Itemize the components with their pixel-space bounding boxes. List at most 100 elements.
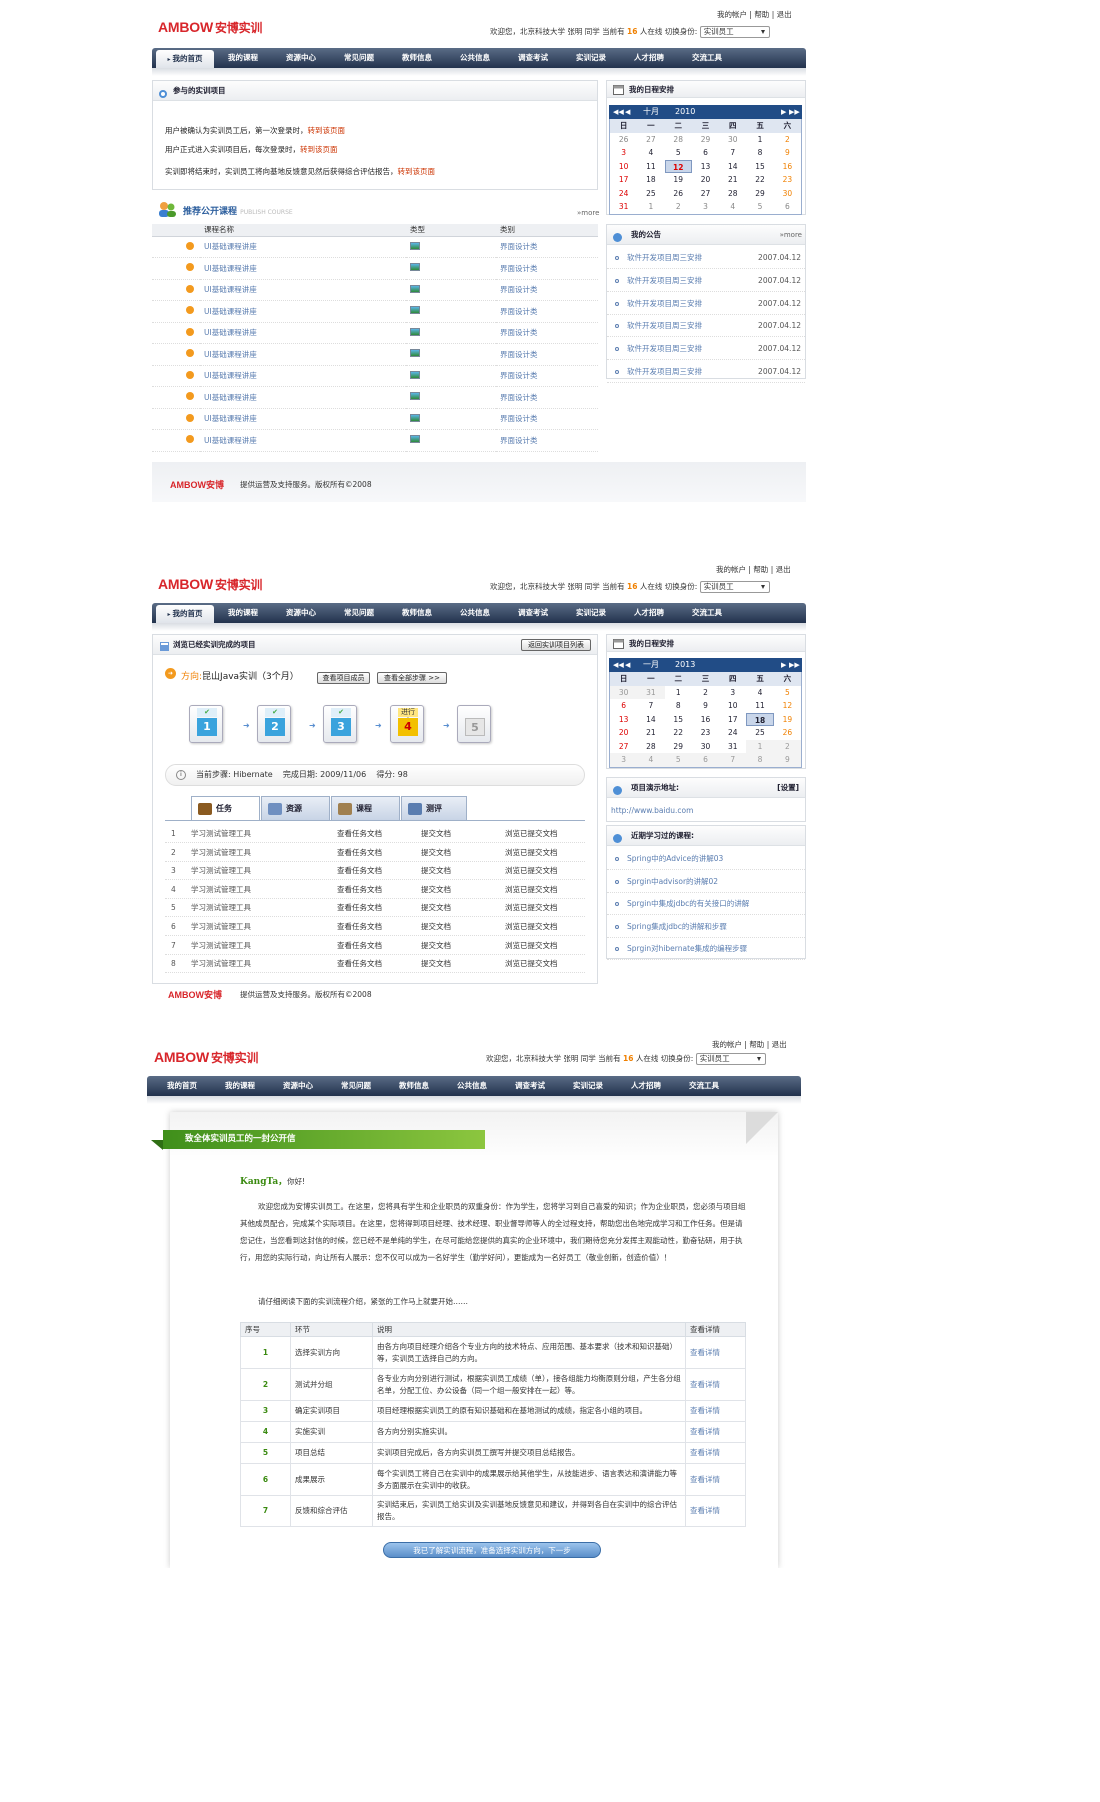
recent-course-item[interactable]: Sprgin中集成jdbc的有关接口的讲解: [607, 893, 805, 915]
demo-url-settings-link[interactable]: [设置]: [777, 778, 799, 798]
goto-link-3[interactable]: 转到该页面: [398, 167, 436, 176]
view-details-link[interactable]: 查看详情: [685, 1442, 746, 1464]
nav-courses[interactable]: 我的课程: [214, 48, 272, 68]
calendar-day[interactable]: 5: [774, 686, 801, 700]
calendar-day[interactable]: 4: [637, 146, 664, 160]
calendar-day[interactable]: 14: [637, 713, 664, 727]
calendar-day[interactable]: 27: [692, 187, 719, 201]
course-name[interactable]: UI基础课程讲座: [200, 386, 406, 409]
calendar-day[interactable]: 13: [692, 160, 719, 174]
calendar-day[interactable]: 1: [746, 739, 774, 753]
tab-evaluation[interactable]: 测评: [401, 796, 467, 820]
calendar-day[interactable]: 30: [610, 685, 638, 699]
notice-item[interactable]: 软件开发项目周三安排 2007.04.12: [607, 315, 805, 338]
nav-faq[interactable]: 常见问题: [330, 48, 388, 68]
course-name[interactable]: UI基础课程讲座: [200, 343, 406, 366]
browse-submitted-link[interactable]: 浏览已提交文档: [505, 844, 558, 862]
calendar-day[interactable]: 4: [637, 753, 665, 767]
calendar-day[interactable]: 22: [665, 726, 692, 740]
view-details-link[interactable]: 查看详情: [685, 1400, 746, 1422]
calendar-day[interactable]: 7: [719, 146, 746, 160]
course-name[interactable]: UI基础课程讲座: [200, 429, 406, 452]
submit-doc-link[interactable]: 提交文档: [421, 955, 451, 973]
view-details-link[interactable]: 查看详情: [685, 1495, 746, 1527]
nav-survey[interactable]: 调查考试: [501, 1076, 559, 1096]
submit-doc-link[interactable]: 提交文档: [421, 937, 451, 955]
course-row[interactable]: UI基础课程讲座 界面设计类: [152, 365, 598, 387]
course-row[interactable]: UI基础课程讲座 界面设计类: [152, 300, 598, 323]
calendar-day[interactable]: 29: [746, 187, 773, 201]
notice-item[interactable]: 软件开发项目周三安排 2007.04.12: [607, 247, 805, 269]
view-task-doc-link[interactable]: 查看任务文档: [337, 881, 382, 899]
calendar-day[interactable]: 11: [637, 160, 664, 174]
calendar-day[interactable]: 18: [746, 712, 774, 726]
logout-link[interactable]: 退出: [776, 565, 791, 574]
nav-home[interactable]: 我的首页: [153, 1076, 211, 1096]
course-row[interactable]: UI基础课程讲座 界面设计类: [152, 386, 598, 409]
calendar-day[interactable]: 4: [746, 686, 773, 700]
calendar-day[interactable]: 30: [692, 740, 719, 754]
calendar-day[interactable]: 6: [774, 200, 801, 214]
next-year-icon[interactable]: ▶▶: [789, 105, 800, 119]
calendar-day[interactable]: 23: [774, 173, 801, 187]
prev-month-icon[interactable]: ◀: [625, 105, 630, 119]
nav-public-info[interactable]: 公共信息: [446, 48, 504, 68]
submit-doc-link[interactable]: 提交文档: [421, 862, 451, 880]
calendar-day[interactable]: 17: [719, 713, 746, 727]
my-account-link[interactable]: 我的帐户: [712, 1040, 742, 1049]
calendar-day[interactable]: 11: [746, 699, 773, 713]
notice-item[interactable]: 软件开发项目周三安排 2007.04.12: [607, 293, 805, 315]
calendar-day[interactable]: 27: [610, 740, 637, 754]
view-task-doc-link[interactable]: 查看任务文档: [337, 899, 382, 917]
calendar-day[interactable]: 7: [719, 753, 747, 767]
my-account-link[interactable]: 我的帐户: [717, 10, 747, 19]
notice-item[interactable]: 软件开发项目周三安排 2007.04.12: [607, 338, 805, 361]
tab-resources[interactable]: 资源: [261, 796, 330, 820]
tab-courses[interactable]: 课程: [331, 796, 400, 820]
nav-public-info[interactable]: 公共信息: [446, 603, 504, 623]
submit-doc-link[interactable]: 提交文档: [421, 881, 451, 899]
course-more-link[interactable]: »more: [577, 209, 599, 217]
calendar-day[interactable]: 29: [692, 133, 719, 147]
calendar-day[interactable]: 25: [637, 187, 664, 201]
view-details-link[interactable]: 查看详情: [685, 1368, 746, 1401]
calendar-day[interactable]: 28: [665, 133, 692, 147]
prev-year-icon[interactable]: ◀◀: [613, 105, 624, 119]
calendar-day[interactable]: 2: [665, 200, 692, 214]
step-5[interactable]: 5: [457, 705, 491, 743]
browse-submitted-link[interactable]: 浏览已提交文档: [505, 825, 558, 843]
calendar-day[interactable]: 26: [665, 187, 692, 201]
nav-jobs[interactable]: 人才招聘: [620, 603, 678, 623]
notice-item[interactable]: 软件开发项目周三安排 2007.04.12: [607, 361, 805, 383]
nav-home[interactable]: 我的首页: [156, 50, 214, 68]
calendar-day[interactable]: 20: [610, 726, 637, 740]
submit-doc-link[interactable]: 提交文档: [421, 825, 451, 843]
view-members-button[interactable]: 查看项目成员: [317, 672, 370, 684]
nav-resources[interactable]: 资源中心: [272, 603, 330, 623]
calendar-day[interactable]: 1: [665, 686, 692, 700]
goto-link-2[interactable]: 转到该页面: [300, 145, 338, 154]
demo-url-link[interactable]: http://www.baidu.com: [611, 806, 693, 815]
prev-year-icon[interactable]: ◀◀: [613, 658, 624, 672]
calendar-day[interactable]: 16: [692, 713, 719, 727]
nav-courses[interactable]: 我的课程: [214, 603, 272, 623]
tab-tasks[interactable]: 任务: [191, 796, 260, 820]
calendar-day[interactable]: 9: [773, 753, 801, 767]
view-task-doc-link[interactable]: 查看任务文档: [337, 844, 382, 862]
ambow-logo[interactable]: AMBOW 安博实训: [154, 1049, 258, 1066]
help-link[interactable]: 帮助: [753, 565, 768, 574]
nav-teachers[interactable]: 教师信息: [385, 1076, 443, 1096]
logout-link[interactable]: 退出: [772, 1040, 787, 1049]
calendar-day[interactable]: 15: [746, 160, 773, 174]
view-task-doc-link[interactable]: 查看任务文档: [337, 825, 382, 843]
course-name[interactable]: UI基础课程讲座: [200, 322, 406, 344]
recent-course-item[interactable]: Sprgin对hibernate集成的编程步骤: [607, 938, 805, 960]
help-link[interactable]: 帮助: [754, 10, 769, 19]
calendar-day[interactable]: 28: [719, 187, 746, 201]
calendar-day[interactable]: 27: [637, 133, 664, 147]
submit-doc-link[interactable]: 提交文档: [421, 918, 451, 936]
help-link[interactable]: 帮助: [749, 1040, 764, 1049]
calendar-day[interactable]: 22: [746, 173, 773, 187]
calendar-day[interactable]: 15: [665, 713, 692, 727]
nav-records[interactable]: 实训记录: [562, 48, 620, 68]
